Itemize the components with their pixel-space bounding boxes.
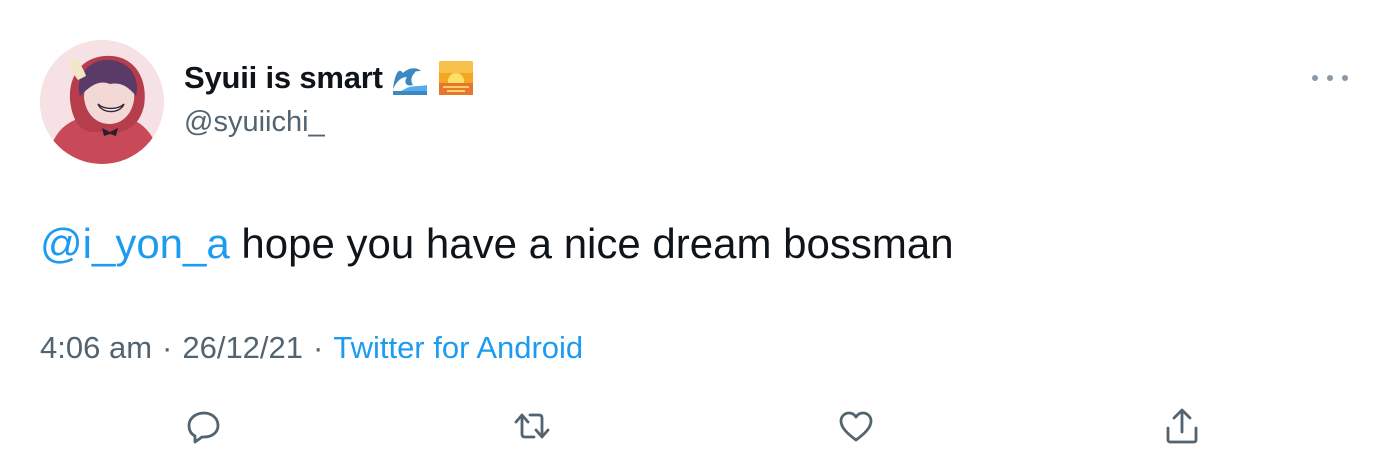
avatar[interactable] — [40, 40, 164, 164]
handle[interactable]: @syuiichi_ — [184, 106, 475, 139]
tweet-meta: 4:06 am · 26/12/21 · Twitter for Android — [40, 328, 583, 368]
tweet-card: Syuii is smart @syuiichi_ @i_yon_a hope … — [0, 0, 1388, 462]
mention-link[interactable]: @i_yon_a — [40, 220, 230, 267]
share-icon[interactable] — [1160, 404, 1204, 448]
tweet-body: hope you have a nice dream bossman — [229, 220, 954, 267]
like-icon[interactable] — [834, 404, 878, 448]
dot — [1342, 75, 1348, 81]
display-name[interactable]: Syuii is smart — [184, 60, 383, 96]
sunrise-emoji-icon — [437, 59, 475, 97]
reply-icon[interactable] — [182, 404, 226, 448]
source-link[interactable]: Twitter for Android — [333, 330, 583, 365]
separator: · — [313, 330, 324, 365]
timestamp-date[interactable]: 26/12/21 — [182, 330, 303, 365]
author-block: Syuii is smart @syuiichi_ — [184, 58, 475, 139]
dot — [1312, 75, 1318, 81]
avatar-image — [40, 40, 164, 164]
water-wave-emoji-icon — [390, 59, 429, 97]
timestamp-time[interactable]: 4:06 am — [40, 330, 152, 365]
separator: · — [162, 330, 173, 365]
tweet-text: @i_yon_a hope you have a nice dream boss… — [40, 216, 954, 272]
more-options-icon[interactable] — [1312, 66, 1348, 90]
retweet-icon[interactable] — [510, 404, 554, 448]
dot — [1327, 75, 1333, 81]
display-name-row[interactable]: Syuii is smart — [184, 58, 475, 98]
